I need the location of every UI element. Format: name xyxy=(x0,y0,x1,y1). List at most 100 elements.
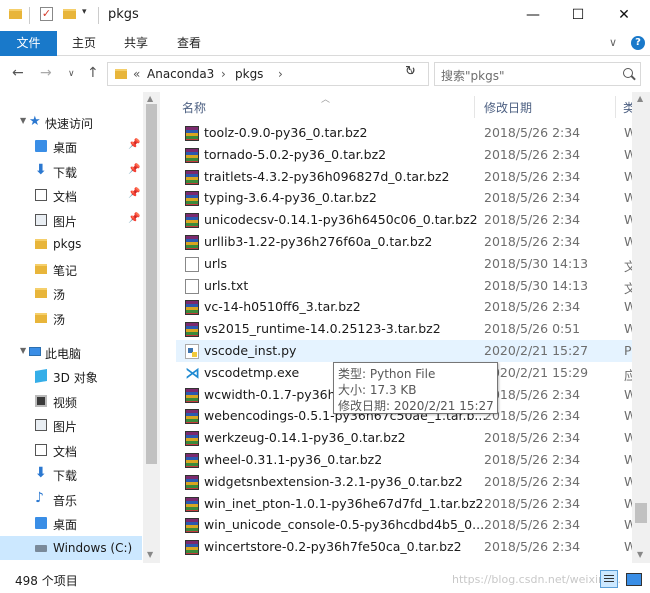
file-name[interactable]: vc-14-h0510ff6_3.tar.bz2 xyxy=(204,299,361,314)
nav-item-desktop-pc[interactable]: 桌面 xyxy=(0,511,142,535)
nav-item-pkgs[interactable]: pkgs xyxy=(0,232,142,256)
tooltip-modified: 修改日期: 2020/2/21 15:27 xyxy=(338,399,494,413)
file-name[interactable]: widgetsnbextension-3.2.1-py36_0.tar.bz2 xyxy=(204,474,463,489)
new-folder-icon[interactable] xyxy=(63,9,76,19)
breadcrumb-separator[interactable]: › xyxy=(278,67,283,81)
file-list-scrollbar[interactable]: ▲ ▼ xyxy=(632,92,650,563)
scroll-up-icon[interactable]: ▲ xyxy=(147,94,153,103)
nav-item-documents[interactable]: 文档 📌 xyxy=(0,183,142,207)
breadcrumb-anaconda3[interactable]: Anaconda3 xyxy=(147,67,214,81)
file-name[interactable]: vs2015_runtime-14.0.25123-3.tar.bz2 xyxy=(204,321,441,336)
nav-quick-access[interactable]: ▼ ★ 快速访问 xyxy=(0,110,142,134)
help-icon[interactable]: ? xyxy=(631,36,645,50)
nav-item-notes[interactable]: 笔记 xyxy=(0,257,142,281)
file-name[interactable]: wheel-0.31.1-py36_0.tar.bz2 xyxy=(204,452,382,467)
nav-item-downloads-pc[interactable]: ⬇ 下载 xyxy=(0,462,142,486)
large-icons-view-button[interactable] xyxy=(625,571,642,587)
file-row[interactable]: vscode_inst.py 2020/2/21 15:27 Py xyxy=(176,340,632,362)
column-name[interactable]: 名称 xyxy=(182,99,206,116)
scrollbar-thumb[interactable] xyxy=(635,503,647,523)
file-name[interactable]: urls xyxy=(204,256,227,271)
up-button[interactable]: ↑ xyxy=(87,65,99,81)
nav-item-documents-pc[interactable]: 文档 xyxy=(0,438,142,462)
close-button[interactable]: ✕ xyxy=(601,0,647,31)
file-name[interactable]: wincertstore-0.2-py36h7fe50ca_0.tar.bz2 xyxy=(204,539,462,554)
file-row[interactable]: urls.txt 2018/5/30 14:13 文 xyxy=(176,275,632,297)
file-row[interactable]: urls 2018/5/30 14:13 文 xyxy=(176,253,632,275)
file-row[interactable]: vc-14-h0510ff6_3.tar.bz2 2018/5/26 2:34 W xyxy=(176,296,632,318)
file-row[interactable]: vs2015_runtime-14.0.25123-3.tar.bz2 2018/… xyxy=(176,318,632,340)
details-view-button[interactable] xyxy=(600,570,618,588)
quick-access-toolbar-dropdown[interactable]: ▾ xyxy=(82,7,87,17)
scrollbar-thumb[interactable] xyxy=(146,104,157,464)
nav-item-drive-c[interactable]: Windows (C:) xyxy=(0,536,142,560)
tab-file[interactable]: 文件 xyxy=(0,31,57,56)
file-name[interactable]: vscode_inst.py xyxy=(204,343,296,358)
file-row[interactable]: traitlets-4.3.2-py36h096827d_0.tar.bz2 20… xyxy=(176,166,632,188)
nav-item-folder-tang-1[interactable]: 汤 xyxy=(0,281,142,305)
file-row[interactable]: werkzeug-0.14.1-py36_0.tar.bz2 2018/5/26 … xyxy=(176,427,632,449)
forward-button[interactable]: → xyxy=(40,65,52,81)
file-row[interactable]: tornado-5.0.2-py36_0.tar.bz2 2018/5/26 2:… xyxy=(176,144,632,166)
search-input[interactable]: 搜索"pkgs" xyxy=(434,62,641,86)
file-name[interactable]: urls.txt xyxy=(204,278,248,293)
nav-item-downloads[interactable]: ⬇ 下载 📌 xyxy=(0,159,142,183)
file-row[interactable]: urllib3-1.22-py36h276f60a_0.tar.bz2 2018/… xyxy=(176,231,632,253)
nav-this-pc[interactable]: ▼ 此电脑 xyxy=(0,340,142,364)
scroll-down-icon[interactable]: ▼ xyxy=(637,550,643,559)
expand-ribbon-button[interactable]: ∨ xyxy=(609,36,617,49)
minimize-button[interactable]: — xyxy=(510,0,556,31)
desktop-icon xyxy=(35,140,47,152)
tab-home[interactable]: 主页 xyxy=(72,31,96,56)
file-name[interactable]: urllib3-1.22-py36h276f60a_0.tar.bz2 xyxy=(204,234,432,249)
file-name[interactable]: werkzeug-0.14.1-py36_0.tar.bz2 xyxy=(204,430,406,445)
nav-item-pictures[interactable]: 图片 📌 xyxy=(0,208,142,232)
column-date-modified[interactable]: 修改日期 xyxy=(484,99,532,116)
nav-item-3d-objects[interactable]: 3D 对象 xyxy=(0,364,142,388)
scroll-up-icon[interactable]: ▲ xyxy=(637,94,643,103)
file-row[interactable]: wheel-0.31.1-py36_0.tar.bz2 2018/5/26 2:3… xyxy=(176,449,632,471)
recent-locations-button[interactable]: ∨ xyxy=(68,69,75,79)
file-name[interactable]: unicodecsv-0.14.1-py36h6450c06_0.tar.bz2 xyxy=(204,212,478,227)
chevron-down-icon[interactable]: ▼ xyxy=(20,346,26,355)
file-name[interactable]: toolz-0.9.0-py36_0.tar.bz2 xyxy=(204,125,367,140)
tab-view[interactable]: 查看 xyxy=(177,31,201,56)
column-divider[interactable] xyxy=(615,96,616,118)
column-divider[interactable] xyxy=(474,96,475,118)
breadcrumb-separator[interactable]: › xyxy=(221,67,226,81)
file-name[interactable]: wcwidth-0.1.7-py36h3 xyxy=(204,387,344,402)
search-icon[interactable] xyxy=(623,68,633,78)
maximize-button[interactable]: ☐ xyxy=(555,0,601,31)
refresh-button[interactable]: ↻ xyxy=(405,64,416,79)
file-row[interactable]: wincertstore-0.2-py36h7fe50ca_0.tar.bz2 2… xyxy=(176,536,632,558)
file-name[interactable]: win_unicode_console-0.5-py36hcdbd4b5_0..… xyxy=(204,517,484,532)
file-name[interactable]: vscodetmp.exe xyxy=(204,365,299,380)
file-row[interactable]: widgetsnbextension-3.2.1-py36_0.tar.bz2 2… xyxy=(176,471,632,493)
file-row[interactable]: typing-3.6.4-py36_0.tar.bz2 2018/5/26 2:3… xyxy=(176,187,632,209)
nav-item-desktop[interactable]: 桌面 📌 xyxy=(0,134,142,158)
nav-item-folder-tang-2[interactable]: 汤 xyxy=(0,306,142,330)
file-row[interactable]: unicodecsv-0.14.1-py36h6450c06_0.tar.bz2… xyxy=(176,209,632,231)
file-name[interactable]: win_inet_pton-1.0.1-py36he67d7fd_1.tar.b… xyxy=(204,496,483,511)
properties-icon[interactable]: ✓ xyxy=(40,7,53,21)
file-name[interactable]: tornado-5.0.2-py36_0.tar.bz2 xyxy=(204,147,386,162)
scroll-down-icon[interactable]: ▼ xyxy=(147,550,153,559)
chevron-down-icon[interactable]: ▼ xyxy=(20,116,26,125)
nav-item-videos[interactable]: 视频 xyxy=(0,389,142,413)
breadcrumb-pkgs[interactable]: pkgs xyxy=(235,67,263,81)
column-type[interactable]: 类 xyxy=(623,99,632,116)
address-bar[interactable]: « Anaconda3 › pkgs › ∨ xyxy=(107,62,429,86)
file-row[interactable]: toolz-0.9.0-py36_0.tar.bz2 2018/5/26 2:34… xyxy=(176,122,632,144)
file-row[interactable]: win_unicode_console-0.5-py36hcdbd4b5_0..… xyxy=(176,514,632,536)
file-date-modified: 2020/2/21 15:27 xyxy=(484,343,589,358)
back-button[interactable]: ← xyxy=(12,65,24,81)
nav-item-pictures-pc[interactable]: 图片 xyxy=(0,413,142,437)
tab-share[interactable]: 共享 xyxy=(124,31,148,56)
tooltip-type: 类型: Python File xyxy=(338,367,436,381)
file-name[interactable]: typing-3.6.4-py36_0.tar.bz2 xyxy=(204,190,377,205)
breadcrumb-overflow[interactable]: « xyxy=(133,67,140,81)
nav-item-music[interactable]: ♪ 音乐 xyxy=(0,487,142,511)
file-row[interactable]: win_inet_pton-1.0.1-py36he67d7fd_1.tar.b… xyxy=(176,493,632,515)
file-name[interactable]: traitlets-4.3.2-py36h096827d_0.tar.bz2 xyxy=(204,169,449,184)
nav-scrollbar[interactable]: ▲ ▼ xyxy=(143,92,160,563)
